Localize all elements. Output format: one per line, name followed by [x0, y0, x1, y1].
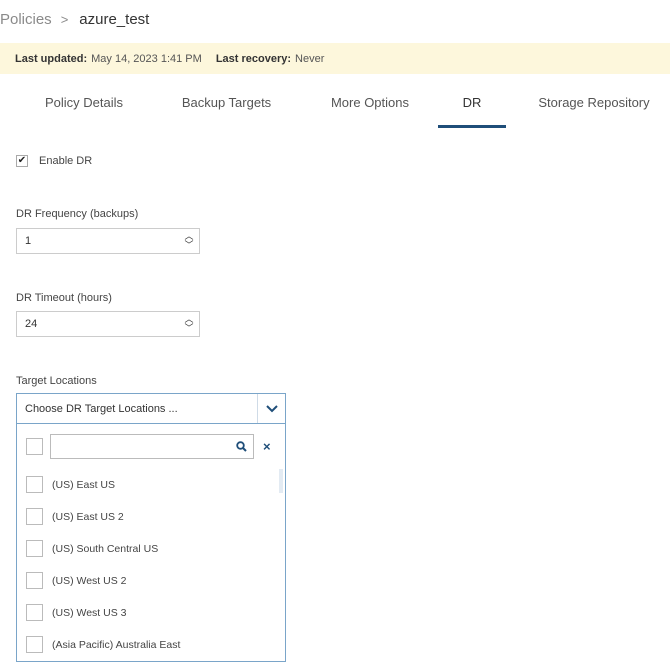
location-search-input[interactable] — [50, 434, 254, 459]
location-option-label: (US) West US 2 — [52, 574, 127, 587]
location-option-checkbox[interactable] — [26, 604, 43, 621]
target-locations-label: Target Locations — [16, 375, 97, 387]
tab-more-options[interactable]: More Options — [324, 95, 416, 128]
location-option-checkbox[interactable] — [26, 636, 43, 653]
location-option[interactable]: (US) West US 3 — [26, 604, 126, 621]
tab-storage-repository[interactable]: Storage Repository — [530, 95, 658, 128]
tab-policy-details[interactable]: Policy Details — [41, 95, 127, 128]
breadcrumb-policies-link[interactable]: Policies — [0, 11, 52, 28]
dr-timeout-stepper[interactable]: ︿ ﹀ — [184, 315, 194, 333]
location-option[interactable]: (US) East US 2 — [26, 508, 124, 525]
tab-dr[interactable]: DR — [438, 95, 506, 128]
last-recovery-value: Never — [295, 52, 325, 65]
status-banner: Last updated: May 14, 2023 1:41 PM Last … — [0, 43, 670, 74]
last-updated-label: Last updated: — [15, 52, 88, 65]
dropdown-scrollbar[interactable] — [279, 469, 283, 493]
breadcrumb: Policies > azure_test — [0, 9, 149, 29]
dropdown-header: × — [26, 434, 276, 459]
location-option[interactable]: (US) East US — [26, 476, 115, 493]
location-option-checkbox[interactable] — [26, 508, 43, 525]
location-option[interactable]: (Asia Pacific) Australia East — [26, 636, 180, 653]
clear-search-icon[interactable]: × — [263, 439, 271, 454]
dr-frequency-value: 1 — [25, 235, 32, 247]
search-icon[interactable] — [236, 441, 247, 452]
location-option-label: (US) South Central US — [52, 542, 159, 555]
tab-backup-targets[interactable]: Backup Targets — [175, 95, 278, 128]
location-option-label: (US) West US 3 — [52, 606, 127, 619]
target-locations-dropdown: × (US) East US (US) East US 2 (US) South… — [16, 424, 286, 662]
dr-frequency-stepper[interactable]: ︿ ﹀ — [184, 232, 194, 250]
chevron-down-icon[interactable]: ﹀ — [184, 324, 193, 333]
dr-timeout-input[interactable]: 24 ︿ ﹀ — [16, 311, 200, 337]
enable-dr-row: ✔ Enable DR — [16, 155, 92, 167]
breadcrumb-separator: > — [60, 11, 69, 27]
dr-frequency-label: DR Frequency (backups) — [16, 208, 139, 220]
location-option[interactable]: (US) South Central US — [26, 540, 158, 557]
tab-bar: Policy Details Backup Targets More Optio… — [0, 95, 670, 128]
dr-timeout-label: DR Timeout (hours) — [16, 292, 112, 304]
location-option-label: (US) East US 2 — [52, 510, 124, 523]
location-option-checkbox[interactable] — [26, 572, 43, 589]
dr-frequency-input[interactable]: 1 ︿ ﹀ — [16, 228, 200, 254]
breadcrumb-current: azure_test — [79, 10, 150, 28]
location-option[interactable]: (US) West US 2 — [26, 572, 126, 589]
chevron-down-icon[interactable]: ﹀ — [184, 241, 193, 250]
location-option-label: (US) East US — [52, 478, 116, 491]
location-option-checkbox[interactable] — [26, 540, 43, 557]
chevron-down-icon[interactable] — [257, 394, 285, 423]
dr-timeout-value: 24 — [25, 318, 38, 330]
target-locations-placeholder: Choose DR Target Locations ... — [25, 402, 178, 415]
last-updated-value: May 14, 2023 1:41 PM — [91, 52, 202, 65]
select-all-checkbox[interactable] — [26, 438, 43, 455]
location-option-label: (Asia Pacific) Australia East — [52, 638, 181, 651]
target-locations-select[interactable]: Choose DR Target Locations ... — [16, 393, 286, 424]
enable-dr-checkbox[interactable]: ✔ — [16, 155, 28, 167]
location-option-checkbox[interactable] — [26, 476, 43, 493]
enable-dr-label: Enable DR — [39, 155, 93, 167]
last-recovery-label: Last recovery: — [215, 52, 292, 65]
